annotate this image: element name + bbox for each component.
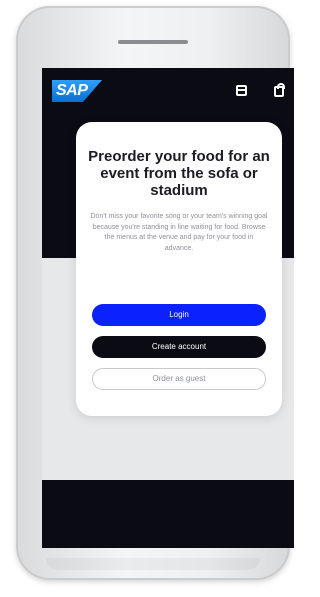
- phone-frame: SAP Preorder your food for an event from…: [16, 6, 294, 580]
- sap-logo-text: SAP: [56, 82, 88, 99]
- calendar-icon[interactable]: [236, 85, 247, 96]
- shopping-bag-icon[interactable]: [274, 83, 285, 97]
- preorder-dialog: Preorder your food for an event from the…: [76, 122, 282, 416]
- phone-bottom-edge: [46, 558, 260, 570]
- sap-logo: SAP: [52, 80, 102, 102]
- bottom-banner: [42, 480, 294, 548]
- login-button[interactable]: Login: [92, 304, 266, 326]
- guest-order-button[interactable]: Order as guest: [92, 368, 266, 390]
- dialog-description: Don't miss your favorite song or your te…: [90, 213, 268, 252]
- create-account-button[interactable]: Create account: [92, 336, 266, 358]
- phone-speaker: [118, 40, 188, 44]
- dialog-title: Preorder your food for an event from the…: [88, 148, 270, 199]
- app-screen: SAP Preorder your food for an event from…: [42, 68, 294, 548]
